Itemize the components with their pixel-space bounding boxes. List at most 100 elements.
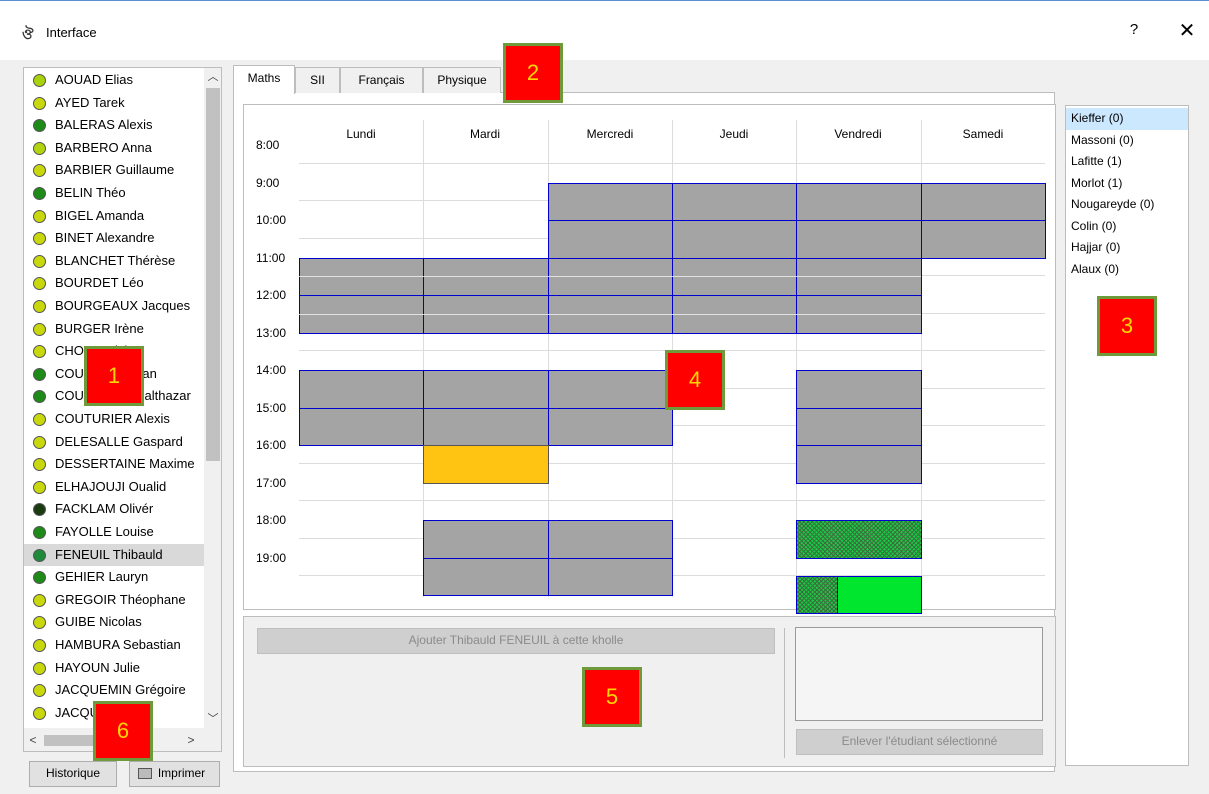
student-item[interactable]: BALERAS Alexis (24, 114, 204, 137)
time-label: 9:00 (256, 175, 280, 190)
occupied-slot[interactable] (796, 182, 922, 221)
occupied-slot[interactable] (548, 182, 673, 221)
partially-booked-slot[interactable] (796, 520, 922, 559)
occupied-slot[interactable] (796, 220, 922, 259)
student-item[interactable]: HAYOUN Julie (24, 657, 204, 680)
student-item[interactable]: GREGOIR Théophane (24, 589, 204, 612)
student-item[interactable]: AOUAD Elias (24, 69, 204, 92)
occupied-slot[interactable] (548, 220, 673, 259)
printer-icon (138, 768, 152, 779)
occupied-slot[interactable] (548, 520, 673, 559)
occupied-slot[interactable] (423, 407, 549, 446)
tab-maths[interactable]: Maths (233, 65, 295, 94)
occupied-slot[interactable] (548, 407, 673, 446)
student-name: GUIBE Nicolas (55, 614, 142, 630)
teacher-item[interactable]: Colin (0) (1066, 216, 1188, 238)
student-item[interactable]: BARBERO Anna (24, 137, 204, 160)
student-item[interactable]: BIGEL Amanda (24, 205, 204, 228)
student-item[interactable]: DELESALLE Gaspard (24, 431, 204, 454)
student-item[interactable]: BINET Alexandre (24, 227, 204, 250)
time-label: 8:00 (256, 138, 280, 152)
slot-divider (796, 313, 921, 315)
enrolled-students-list[interactable] (795, 627, 1043, 721)
occupied-slot[interactable] (921, 182, 1046, 221)
student-item[interactable]: DESSERTAINE Maxime (24, 453, 204, 476)
student-name: DESSERTAINE Maxime (55, 456, 195, 472)
student-item[interactable]: JACQUEMIN Grégoire (24, 679, 204, 702)
status-dot-icon (33, 74, 46, 87)
teacher-item[interactable]: Massoni (0) (1066, 130, 1188, 152)
time-label: 15:00 (256, 400, 287, 415)
student-item[interactable]: BARBIER Guillaume (24, 159, 204, 182)
student-list-panel: AOUAD Elias AYED Tarek BALERAS Alexis BARBE… (23, 67, 222, 752)
tab-francais[interactable]: Français (340, 67, 423, 93)
history-button[interactable]: Historique (29, 761, 117, 787)
teacher-item[interactable]: Lafitte (1) (1066, 151, 1188, 173)
student-item[interactable]: BLANCHET Thérèse (24, 250, 204, 273)
occupied-slot[interactable] (423, 520, 549, 559)
tab-physique[interactable]: Physique (423, 67, 501, 93)
student-item[interactable]: FAYOLLE Louise (24, 521, 204, 544)
status-dot-icon (33, 526, 46, 539)
teacher-item[interactable]: Alaux (0) (1066, 259, 1188, 281)
annotation-marker-1: 1 (84, 346, 144, 406)
annotation-marker-2: 2 (503, 43, 563, 103)
status-dot-icon (33, 300, 46, 313)
student-item[interactable]: BELIN Théo (24, 182, 204, 205)
remove-student-button[interactable]: Enlever l'étudiant sélectionné (796, 729, 1043, 755)
status-dot-icon (33, 277, 46, 291)
student-item[interactable]: BOURDET Léo (24, 272, 204, 295)
student-item[interactable]: GUIBE Nicolas (24, 611, 204, 634)
occupied-slot[interactable] (299, 407, 424, 446)
student-item[interactable]: HAMBURA Sebastian (24, 634, 204, 657)
occupied-slot[interactable] (548, 370, 673, 409)
occupied-slot[interactable] (672, 220, 797, 259)
student-name: BARBERO Anna (55, 139, 152, 155)
tab-sii[interactable]: SII (295, 67, 340, 93)
student-item[interactable]: AYED Tarek (24, 92, 204, 115)
occupied-slot[interactable] (672, 182, 797, 221)
status-dot-icon (33, 345, 46, 359)
vertical-scrollbar[interactable]: ︿ ﹀ (204, 68, 221, 728)
teacher-list[interactable]: Kieffer (0) Massoni (0) Lafitte (1) Morlot … (1065, 105, 1189, 766)
occupied-slot[interactable] (796, 370, 922, 409)
teacher-item[interactable]: Nougareyde (0) (1066, 194, 1188, 216)
time-label: 18:00 (256, 513, 287, 527)
occupied-slot[interactable] (921, 220, 1046, 259)
occupied-slot[interactable] (299, 370, 424, 409)
occupied-slot[interactable] (423, 557, 549, 596)
occupied-slot[interactable] (548, 557, 673, 596)
partially-booked-slot[interactable] (796, 576, 838, 615)
student-item[interactable]: BURGER Irène (24, 318, 204, 341)
add-student-button[interactable]: Ajouter Thibauld FENEUIL à cette kholle (257, 628, 775, 654)
selected-kholle-slot[interactable] (423, 445, 549, 484)
teacher-item[interactable]: Kieffer (0) (1066, 108, 1188, 130)
student-item[interactable]: ELHAJOUJI Oualid (24, 476, 204, 499)
grid-row-line (299, 462, 1045, 464)
student-item[interactable]: COUTURIER Alexis (24, 408, 204, 431)
occupied-slot[interactable] (423, 370, 549, 409)
scroll-left-icon[interactable]: < (24, 731, 42, 749)
scroll-right-icon[interactable]: > (182, 731, 200, 749)
student-item[interactable]: FENEUIL Thibauld (24, 543, 204, 567)
student-name: DELESALLE Gaspard (55, 433, 183, 449)
annotation-marker-6: 6 (93, 701, 153, 761)
slot-divider (672, 276, 796, 278)
student-item[interactable]: FACKLAM Olivér (24, 498, 204, 521)
student-item[interactable]: GEHIER Lauryn (24, 566, 204, 589)
scroll-up-icon[interactable]: ︿ (204, 68, 221, 86)
teacher-item[interactable]: Hajjar (0) (1066, 237, 1188, 259)
scroll-down-icon[interactable]: ﹀ (204, 710, 221, 728)
teacher-item[interactable]: Morlot (1) (1066, 173, 1188, 195)
time-label: 16:00 (256, 438, 287, 452)
occupied-slot[interactable] (796, 445, 922, 484)
occupied-slot[interactable] (796, 407, 922, 446)
available-slot[interactable] (837, 576, 922, 615)
status-dot-icon (33, 187, 46, 200)
help-button[interactable]: ? (1127, 21, 1141, 38)
scrollbar-thumb[interactable] (206, 88, 220, 461)
student-item[interactable]: BOURGEAUX Jacques (24, 295, 204, 318)
close-icon[interactable]: ✕ (1178, 18, 1196, 43)
print-button[interactable]: Imprimer (129, 761, 220, 787)
day-label: Jeudi (719, 127, 749, 141)
